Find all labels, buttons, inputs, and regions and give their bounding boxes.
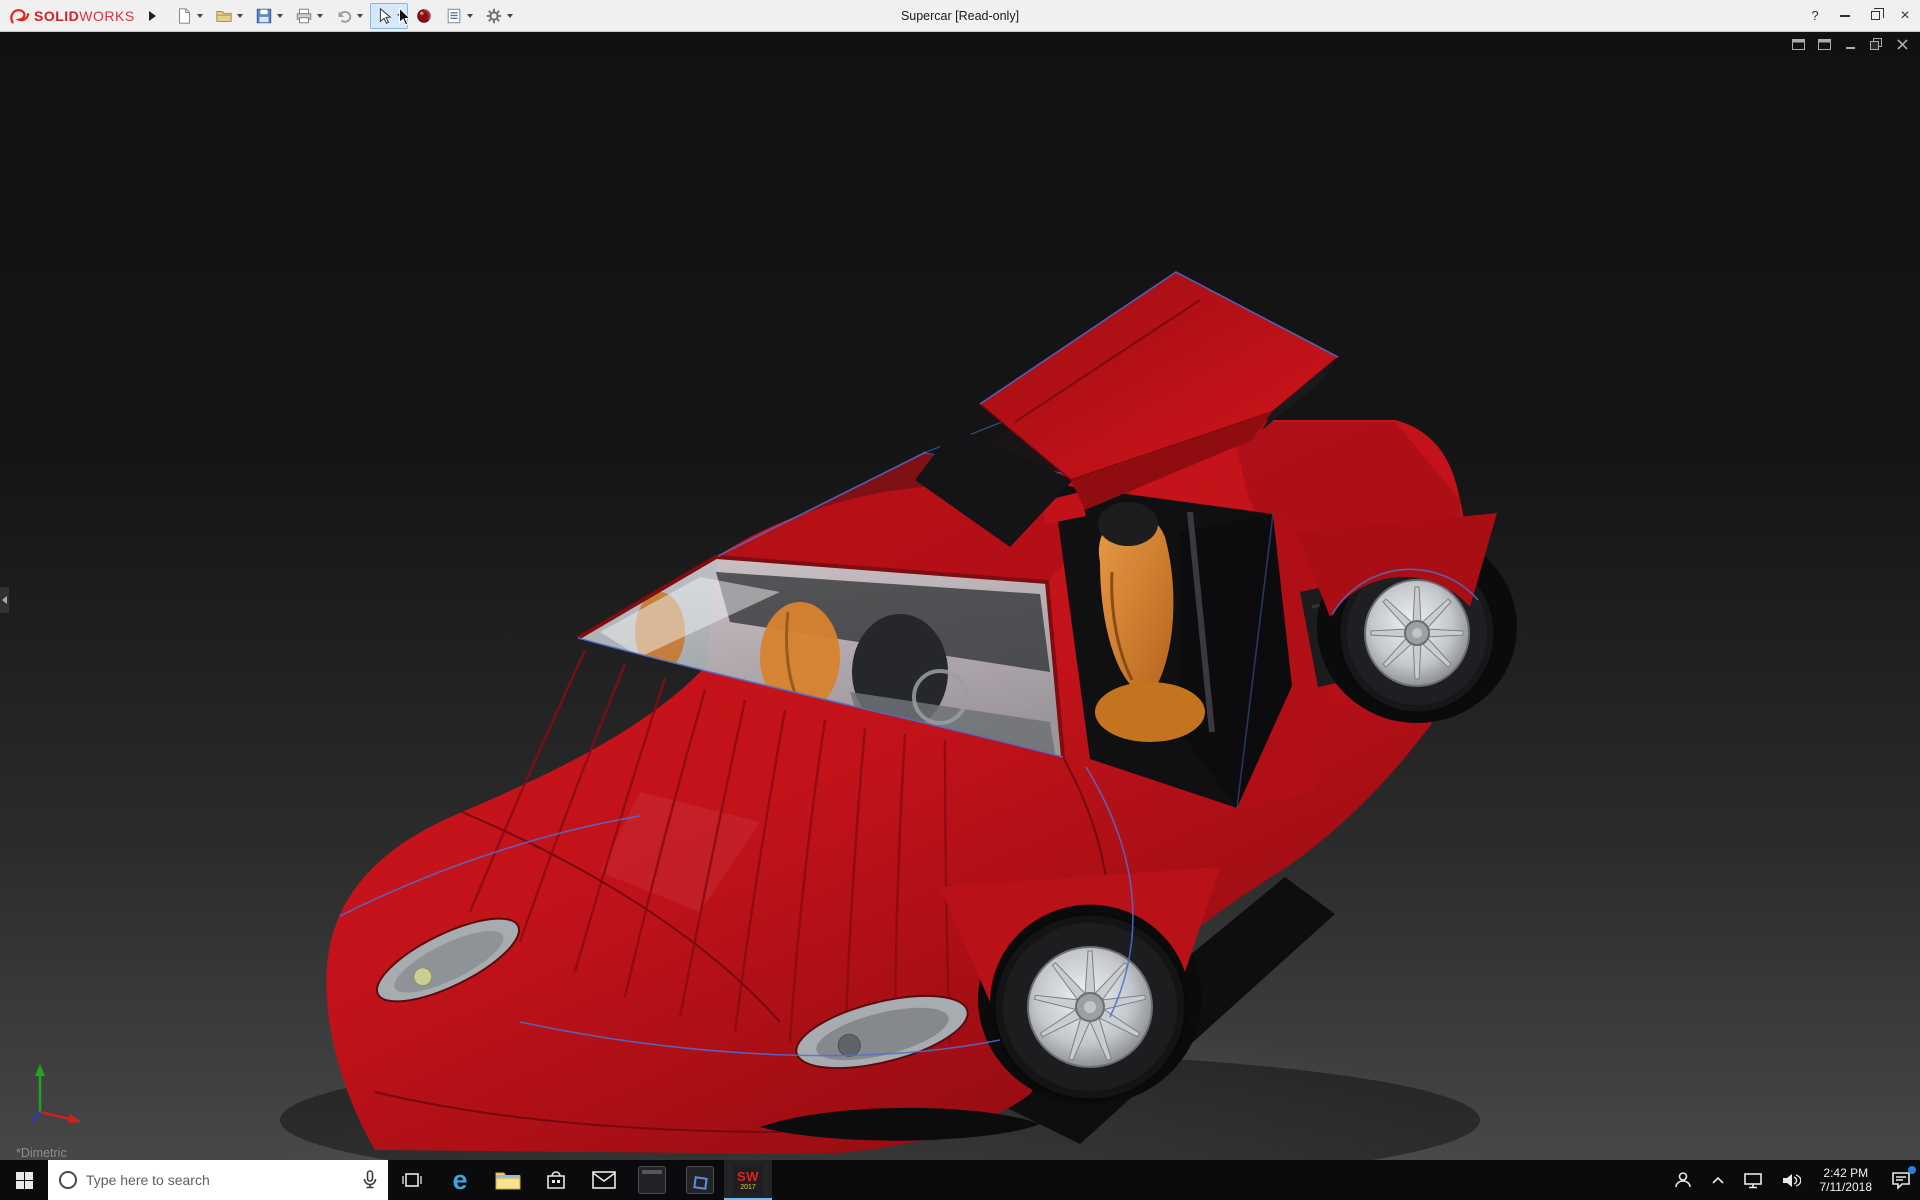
print-button[interactable] — [290, 3, 328, 29]
taskbar-app-mail[interactable] — [580, 1160, 628, 1200]
volume-icon — [1781, 1172, 1801, 1189]
windows-taskbar: e — [0, 1160, 1920, 1200]
collapse-arrow-icon — [2, 596, 7, 604]
edge-icon: e — [452, 1167, 467, 1194]
search-input[interactable] — [86, 1172, 354, 1188]
store-bag-icon — [545, 1169, 567, 1191]
sw-label-text: SW — [737, 1170, 759, 1183]
microphone-icon[interactable] — [362, 1170, 378, 1190]
solidworks-logo-text: SOLIDWORKS — [34, 8, 135, 24]
taskbar-app-edge[interactable]: e — [436, 1160, 484, 1200]
sw-year-text: 2017 — [740, 1184, 756, 1191]
notification-badge — [1908, 1166, 1916, 1174]
start-button[interactable] — [0, 1160, 48, 1200]
dropdown-caret-icon[interactable] — [467, 14, 473, 18]
ds-logo-icon — [8, 6, 30, 26]
titlebar: SOLIDWORKS — [0, 0, 1920, 32]
minimize-icon — [1840, 15, 1850, 17]
main-toolbar — [170, 0, 518, 31]
taskbar-app-file-explorer[interactable] — [484, 1160, 532, 1200]
help-button[interactable]: ? — [1800, 0, 1830, 31]
mail-envelope-icon — [592, 1171, 616, 1189]
new-document-button[interactable] — [170, 3, 208, 29]
taskbar-app-window[interactable] — [628, 1160, 676, 1200]
clock-time: 2:42 PM — [1823, 1166, 1868, 1180]
doc-window-button-2[interactable] — [1816, 37, 1832, 51]
appearances-button[interactable] — [410, 3, 438, 29]
app-window-icon — [638, 1166, 666, 1194]
taskbar-app-solidworks[interactable]: SW 2017 — [724, 1160, 772, 1200]
doc-window-button-1[interactable] — [1790, 37, 1806, 51]
close-button[interactable]: × — [1890, 0, 1920, 31]
volume-button[interactable] — [1772, 1160, 1810, 1200]
document-window-controls — [1790, 37, 1910, 51]
network-button[interactable] — [1734, 1160, 1772, 1200]
options-button[interactable] — [480, 3, 518, 29]
taskbar-app-cad-viewer[interactable] — [676, 1160, 724, 1200]
dropdown-caret-icon[interactable] — [317, 14, 323, 18]
save-floppy-icon — [255, 7, 273, 25]
sheet-properties-icon — [445, 7, 463, 25]
clock-date: 7/11/2018 — [1820, 1180, 1873, 1194]
restore-icon — [1871, 11, 1880, 20]
select-cursor-icon — [375, 7, 393, 25]
solidworks-logo: SOLIDWORKS — [8, 6, 135, 26]
hidden-icons-button[interactable] — [1702, 1160, 1734, 1200]
graphics-viewport[interactable]: *Dimetric — [0, 32, 1920, 1160]
open-document-button[interactable] — [210, 3, 248, 29]
minimize-button[interactable] — [1830, 0, 1860, 31]
new-document-icon — [175, 7, 193, 25]
solidworks-2017-icon: SW 2017 — [733, 1165, 763, 1195]
logo-solid-text: SOLID — [34, 8, 79, 24]
sheet-properties-button[interactable] — [440, 3, 478, 29]
file-explorer-icon — [495, 1169, 521, 1191]
logo-works-text: WORKS — [79, 8, 134, 24]
dropdown-caret-icon[interactable] — [277, 14, 283, 18]
save-button[interactable] — [250, 3, 288, 29]
options-gear-icon — [485, 7, 503, 25]
network-icon — [1743, 1172, 1763, 1189]
people-button[interactable] — [1664, 1160, 1702, 1200]
dropdown-caret-icon[interactable] — [237, 14, 243, 18]
menu-expand-arrow-icon[interactable] — [149, 11, 156, 21]
restore-button[interactable] — [1860, 0, 1890, 31]
task-view-icon — [402, 1171, 422, 1189]
undo-button[interactable] — [330, 3, 368, 29]
doc-close-button[interactable] — [1894, 37, 1910, 51]
system-tray: 2:42 PM 7/11/2018 — [1664, 1160, 1920, 1200]
print-icon — [295, 7, 313, 25]
taskbar-clock[interactable]: 2:42 PM 7/11/2018 — [1810, 1160, 1883, 1200]
chevron-up-icon — [1711, 1175, 1725, 1185]
open-folder-icon — [215, 7, 233, 25]
dropdown-caret-icon[interactable] — [507, 14, 513, 18]
close-icon: × — [1900, 8, 1909, 24]
cortana-circle-icon — [58, 1170, 78, 1190]
select-tool-button[interactable] — [370, 3, 408, 29]
appearance-sphere-icon — [415, 7, 433, 25]
task-view-button[interactable] — [388, 1160, 436, 1200]
solidworks-window: SOLIDWORKS — [0, 0, 1920, 1200]
action-center-button[interactable] — [1882, 1160, 1920, 1200]
dropdown-caret-icon[interactable] — [197, 14, 203, 18]
people-icon — [1673, 1170, 1693, 1190]
action-center-icon — [1891, 1171, 1911, 1189]
feature-panel-collapse-handle[interactable] — [0, 587, 9, 613]
dropdown-caret-icon[interactable] — [357, 14, 363, 18]
car-model-supercar[interactable] — [0, 32, 1920, 1160]
dropdown-caret-icon[interactable] — [397, 14, 403, 18]
undo-arrow-icon — [335, 7, 353, 25]
doc-minimize-button[interactable] — [1842, 37, 1858, 51]
windows-logo-icon — [16, 1172, 33, 1189]
orientation-triad — [24, 1060, 88, 1124]
doc-restore-button[interactable] — [1868, 37, 1884, 51]
cad-viewer-icon — [686, 1166, 714, 1194]
taskbar-app-store[interactable] — [532, 1160, 580, 1200]
taskbar-search[interactable] — [48, 1160, 388, 1200]
view-orientation-label: *Dimetric — [16, 1146, 67, 1160]
